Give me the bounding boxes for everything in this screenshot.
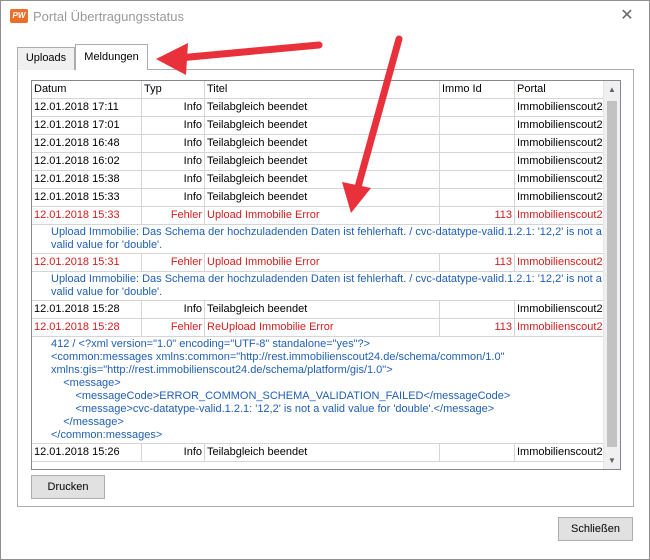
cell-titel: Teilabgleich beendet [205,301,440,318]
cell-portal: Immobilienscout24 [517,209,605,221]
cell-titel: Teilabgleich beendet [205,189,440,206]
error-row[interactable]: 12.01.2018 15:28 Fehler ReUpload Immobilie… [32,319,620,337]
cell-datum: 12.01.2018 16:48 [32,135,142,152]
tab-uploads[interactable]: Uploads [17,47,75,70]
cell-typ: Info [142,189,205,206]
cell-typ: Fehler [142,319,205,336]
cell-typ: Info [142,171,205,188]
cell-portal: Immobilienscout24 [517,446,605,458]
cell-datum: 12.01.2018 16:02 [32,153,142,170]
error-row[interactable]: 12.01.2018 15:33 Fehler Upload Immobilie E… [32,207,620,225]
messages-grid[interactable]: Datum Typ Titel Immo Id Portal 12.01.201… [31,80,621,470]
cell-datum: 12.01.2018 17:01 [32,117,142,134]
column-header-portal[interactable]: Portal [515,81,605,99]
cell-typ: Info [142,444,205,461]
grid-header: Datum Typ Titel Immo Id Portal [32,81,620,99]
window-title: Portal Übertragungsstatus [33,9,185,24]
close-window-icon[interactable]: ✕ [615,5,639,27]
grid-rows: 12.01.2018 17:11 Info Teilabgleich beendet… [32,99,620,462]
cell-titel: Upload Immobilie Error [205,254,440,271]
vertical-scrollbar[interactable]: ▲ ▼ [603,81,620,469]
cell-immo-id [440,153,515,170]
cell-immo-id: 113 [440,207,515,224]
cell-immo-id [440,189,515,206]
cell-immo-id: 113 [440,319,515,336]
column-header-typ[interactable]: Typ [142,81,205,99]
table-row[interactable]: 12.01.2018 16:48 Info Teilabgleich beendet… [32,135,620,153]
cell-typ: Info [142,153,205,170]
cell-titel: Teilabgleich beendet [205,444,440,461]
cell-immo-id [440,171,515,188]
cell-titel: ReUpload Immobilie Error [205,319,440,336]
column-header-immo-id[interactable]: Immo Id [440,81,515,99]
cell-titel: Teilabgleich beendet [205,99,440,116]
cell-typ: Fehler [142,254,205,271]
cell-datum: 12.01.2018 15:33 [32,207,142,224]
column-header-titel[interactable]: Titel [205,81,440,99]
cell-immo-id [440,301,515,318]
table-row[interactable]: 12.01.2018 15:26 Info Teilabgleich beendet… [32,444,620,462]
column-header-datum[interactable]: Datum [32,81,142,99]
table-row[interactable]: 12.01.2018 17:11 Info Teilabgleich beendet… [32,99,620,117]
cell-datum: 12.01.2018 15:28 [32,319,142,336]
cell-immo-id [440,135,515,152]
portal-status-window: PW Portal Übertragungsstatus ✕ Uploads M… [0,0,650,560]
app-logo-icon: PW [10,9,28,23]
cell-portal: Immobilienscout24 [517,303,605,315]
cell-datum: 12.01.2018 17:11 [32,99,142,116]
cell-titel: Teilabgleich beendet [205,135,440,152]
cell-portal: Immobilienscout24 [517,321,605,333]
scroll-down-icon[interactable]: ▼ [604,452,620,469]
cell-immo-id [440,444,515,461]
cell-typ: Info [142,117,205,134]
cell-typ: Info [142,135,205,152]
cell-titel: Teilabgleich beendet [205,117,440,134]
cell-portal: Immobilienscout24 [517,119,605,131]
error-row[interactable]: 12.01.2018 15:31 Fehler Upload Immobilie E… [32,254,620,272]
cell-typ: Info [142,301,205,318]
table-row[interactable]: 12.01.2018 15:38 Info Teilabgleich beendet… [32,171,620,189]
title-bar: PW Portal Übertragungsstatus ✕ [1,1,649,33]
cell-datum: 12.01.2018 15:31 [32,254,142,271]
error-detail-message: 412 / <?xml version="1.0" encoding="UTF-… [32,337,620,444]
cell-datum: 12.01.2018 15:38 [32,171,142,188]
cell-immo-id: 113 [440,254,515,271]
table-row[interactable]: 12.01.2018 16:02 Info Teilabgleich beendet… [32,153,620,171]
cell-portal: Immobilienscout24 [517,101,605,113]
tab-meldungen[interactable]: Meldungen [75,44,148,70]
error-detail-message: Upload Immobilie: Das Schema der hochzul… [32,225,620,254]
cell-portal: Immobilienscout24 [517,137,605,149]
cell-portal: Immobilienscout24 [517,173,605,185]
cell-typ: Fehler [142,207,205,224]
print-button[interactable]: Drucken [31,475,105,499]
cell-immo-id [440,117,515,134]
cell-immo-id [440,99,515,116]
cell-datum: 12.01.2018 15:26 [32,444,142,461]
table-row[interactable]: 12.01.2018 15:28 Info Teilabgleich beendet… [32,301,620,319]
cell-typ: Info [142,99,205,116]
cell-datum: 12.01.2018 15:28 [32,301,142,318]
error-detail-message: Upload Immobilie: Das Schema der hochzul… [32,272,620,301]
cell-titel: Upload Immobilie Error [205,207,440,224]
cell-portal: Immobilienscout24 [517,155,605,167]
cell-titel: Teilabgleich beendet [205,171,440,188]
close-button[interactable]: Schließen [558,517,633,541]
cell-portal: Immobilienscout24 [517,256,605,268]
cell-titel: Teilabgleich beendet [205,153,440,170]
scroll-up-icon[interactable]: ▲ [604,81,620,98]
table-row[interactable]: 12.01.2018 17:01 Info Teilabgleich beendet… [32,117,620,135]
scrollbar-thumb[interactable] [607,101,617,447]
table-row[interactable]: 12.01.2018 15:33 Info Teilabgleich beendet… [32,189,620,207]
cell-datum: 12.01.2018 15:33 [32,189,142,206]
cell-portal: Immobilienscout24 [517,191,605,203]
